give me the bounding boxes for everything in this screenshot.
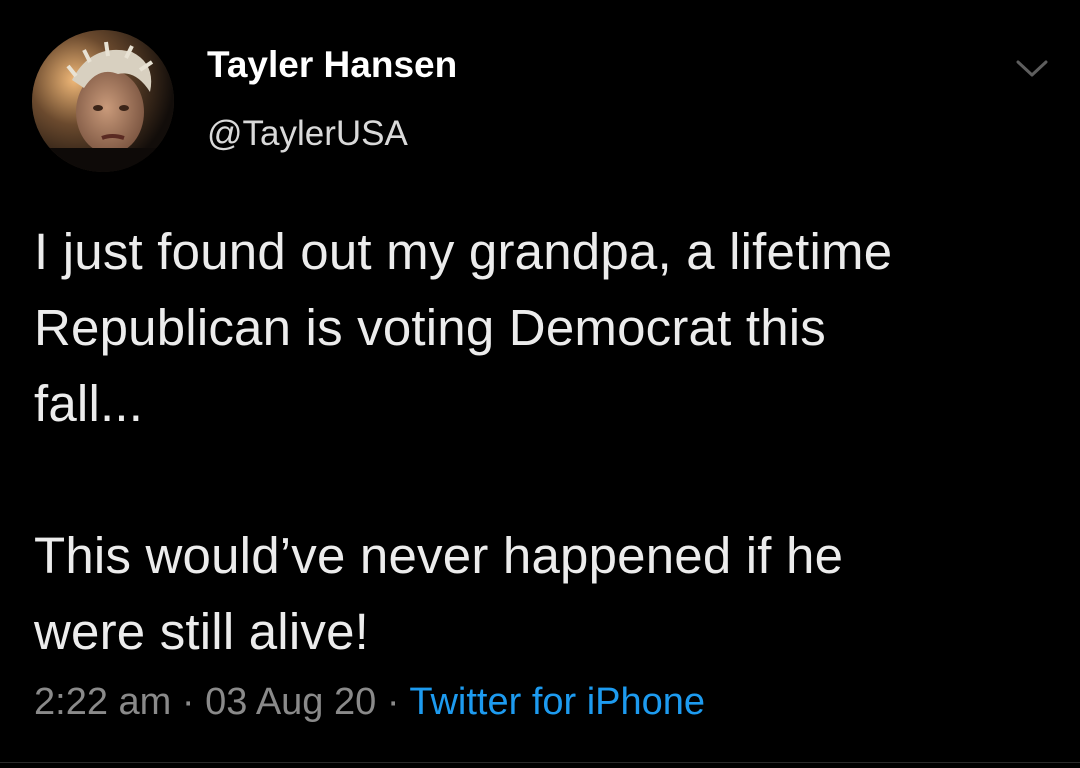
meta-separator: · [171, 681, 206, 723]
chevron-down-icon[interactable] [1014, 54, 1050, 82]
meta-separator: · [376, 681, 410, 723]
tweet-text: I just found out my grandpa, a lifetime … [34, 223, 893, 660]
avatar[interactable] [32, 30, 174, 172]
avatar-photo [32, 30, 174, 172]
tweet-source-link[interactable]: Twitter for iPhone [409, 681, 705, 723]
tweet-card: Tayler Hansen @TaylerUSA I just found ou… [0, 0, 1080, 768]
tweet-meta: 2:22 am · 03 Aug 20 · Twitter for iPhone [34, 681, 705, 724]
display-name[interactable]: Tayler Hansen [207, 44, 457, 86]
tweet-date[interactable]: 03 Aug 20 [205, 681, 376, 723]
tweet-time[interactable]: 2:22 am [34, 681, 171, 723]
divider [0, 762, 1080, 763]
user-handle[interactable]: @TaylerUSA [207, 114, 408, 154]
